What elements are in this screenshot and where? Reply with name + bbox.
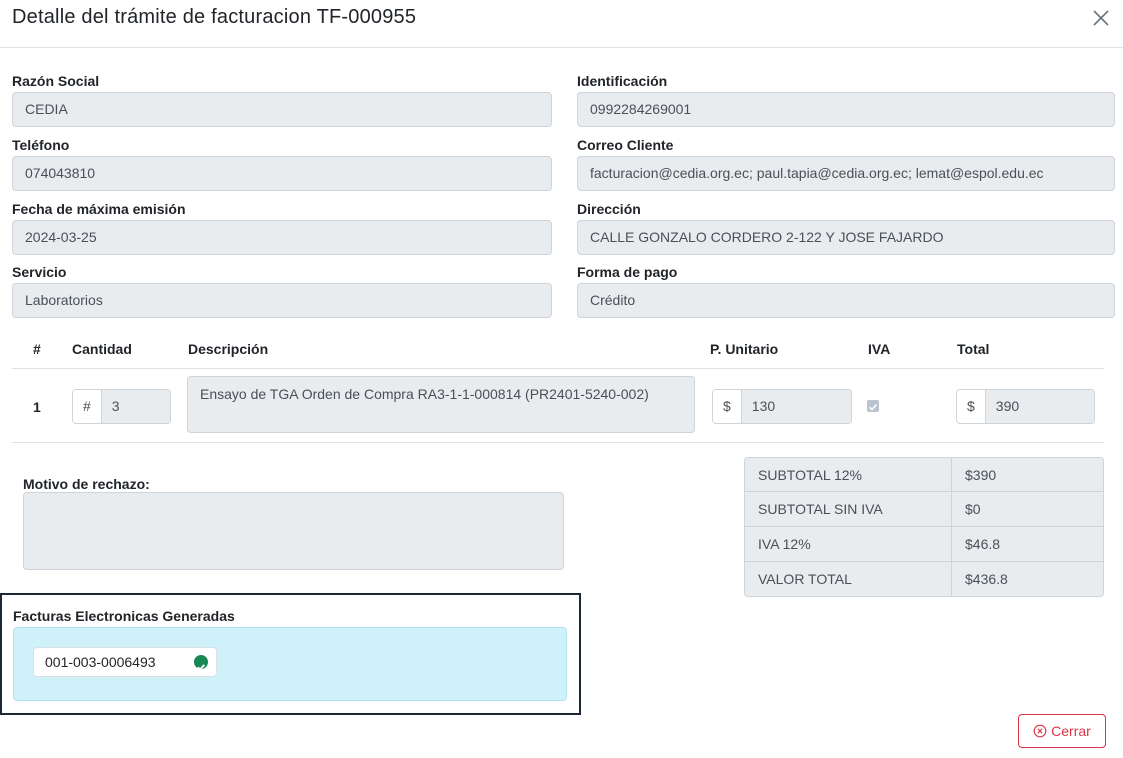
- totals-row: VALOR TOTAL $436.8: [744, 562, 1104, 597]
- x-circle-icon: [1033, 724, 1047, 738]
- forma-pago-field[interactable]: Crédito: [577, 283, 1115, 318]
- direccion-label: Dirección: [577, 201, 641, 217]
- razon-social-field[interactable]: CEDIA: [12, 92, 552, 127]
- totals-table: SUBTOTAL 12% $390 SUBTOTAL SIN IVA $0 IV…: [744, 457, 1104, 597]
- fecha-label: Fecha de máxima emisión: [12, 201, 186, 217]
- col-header-total: Total: [957, 341, 990, 357]
- checkmark-icon: [868, 403, 878, 411]
- identificacion-label: Identificación: [577, 73, 668, 89]
- table-row-divider: [12, 442, 1104, 443]
- totals-value: $390: [952, 457, 1104, 492]
- dollar-prefix: $: [957, 390, 986, 423]
- descripcion-field[interactable]: Ensayo de TGA Orden de Compra RA3-1-1-00…: [187, 376, 695, 433]
- totals-label: SUBTOTAL 12%: [744, 457, 952, 492]
- fecha-field[interactable]: 2024-03-25: [12, 220, 552, 255]
- factura-number: 001-003-0006493: [45, 654, 156, 670]
- totals-row: SUBTOTAL SIN IVA $0: [744, 492, 1104, 527]
- totals-label: SUBTOTAL SIN IVA: [744, 492, 952, 527]
- col-header-iva: IVA: [868, 341, 891, 357]
- rechazo-textarea[interactable]: [23, 492, 564, 570]
- correo-label: Correo Cliente: [577, 137, 674, 153]
- iva-checkbox[interactable]: [867, 400, 879, 412]
- facturas-panel: 001-003-0006493: [13, 627, 567, 701]
- correo-field[interactable]: facturacion@cedia.org.ec; paul.tapia@ced…: [577, 156, 1115, 191]
- hash-prefix: #: [73, 390, 102, 423]
- telefono-field[interactable]: 074043810: [12, 156, 552, 191]
- totals-label: VALOR TOTAL: [744, 562, 952, 597]
- telefono-label: Teléfono: [12, 137, 70, 153]
- cantidad-value: 3: [101, 390, 170, 423]
- check-circle-icon: [194, 655, 208, 671]
- close-icon[interactable]: [1089, 4, 1113, 30]
- forma-pago-label: Forma de pago: [577, 264, 678, 280]
- total-value: 390: [985, 390, 1094, 423]
- servicio-label: Servicio: [12, 264, 67, 280]
- razon-social-label: Razón Social: [12, 73, 100, 89]
- unitario-field[interactable]: $ 130: [712, 389, 852, 424]
- col-header-cantidad: Cantidad: [72, 341, 132, 357]
- col-header-descripcion: Descripción: [188, 341, 269, 357]
- dollar-prefix: $: [713, 390, 742, 423]
- row-number: 1: [33, 399, 41, 415]
- rechazo-label: Motivo de rechazo:: [23, 476, 150, 492]
- servicio-field[interactable]: Laboratorios: [12, 283, 552, 318]
- col-header-num: #: [33, 341, 41, 357]
- unitario-value: 130: [741, 390, 851, 423]
- total-field[interactable]: $ 390: [956, 389, 1095, 424]
- table-header-divider: [12, 368, 1104, 369]
- cerrar-button[interactable]: Cerrar: [1018, 714, 1106, 748]
- totals-label: IVA 12%: [744, 527, 952, 562]
- identificacion-field[interactable]: 0992284269001: [577, 92, 1115, 127]
- facturas-label: Facturas Electronicas Generadas: [13, 608, 235, 624]
- cantidad-field[interactable]: # 3: [72, 389, 171, 424]
- modal-header: Detalle del trámite de facturacion TF-00…: [0, 0, 1123, 48]
- totals-value: $0: [952, 492, 1104, 527]
- cerrar-label: Cerrar: [1051, 723, 1091, 739]
- facturas-section: Facturas Electronicas Generadas 001-003-…: [0, 593, 581, 715]
- col-header-unitario: P. Unitario: [710, 341, 779, 357]
- factura-chip[interactable]: 001-003-0006493: [33, 647, 217, 677]
- modal-title: Detalle del trámite de facturacion TF-00…: [12, 6, 417, 28]
- totals-row: IVA 12% $46.8: [744, 527, 1104, 562]
- totals-row: SUBTOTAL 12% $390: [744, 457, 1104, 492]
- totals-value: $46.8: [952, 527, 1104, 562]
- direccion-field[interactable]: CALLE GONZALO CORDERO 2-122 Y JOSE FAJAR…: [577, 220, 1115, 255]
- totals-value: $436.8: [952, 562, 1104, 597]
